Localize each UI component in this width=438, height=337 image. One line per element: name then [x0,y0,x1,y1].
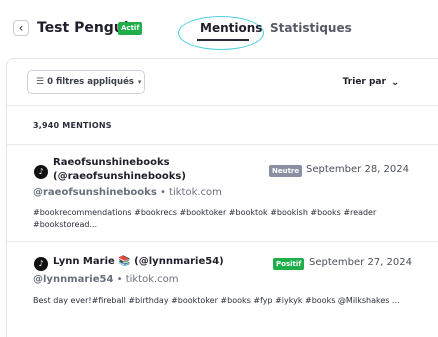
status-badge: Actif [118,22,143,35]
mention-author[interactable]: Raeofsunshinebooks (@raeofsunshinebooks) [53,156,193,184]
filter-bar: ☰ 0 filtres appliqués ▾ Trier par ⌄ [7,59,438,106]
mention-text: Best day ever!#fireball #birthday #bookt… [33,296,400,305]
sort-button[interactable]: Trier par ⌄ [327,70,415,94]
caret-down-icon: ▾ [137,78,142,86]
tiktok-icon: ♪ [34,165,48,179]
mentions-count-row: 3,940 MENTIONS [7,107,438,145]
mention-source[interactable]: tiktok.com [169,187,222,198]
mention-handle: @raeofsunshinebooks [33,187,157,198]
tab-mentions[interactable]: Mentions [200,21,262,35]
tab-statistiques[interactable]: Statistiques [270,21,352,35]
mentions-panel: ☰ 0 filtres appliqués ▾ Trier par ⌄ 3,94… [6,58,438,337]
active-tab-indicator [197,39,249,41]
chevron-down-icon: ⌄ [390,76,400,88]
sort-label: Trier par [342,77,386,87]
mention-item[interactable]: ♪ Raeofsunshinebooks (@raeofsunshinebook… [7,146,438,242]
filters-label: 0 filtres appliqués [47,77,134,87]
mention-author[interactable]: Lynn Marie 📚 (@lynnmarie54) [53,255,224,269]
mention-handle: @lynnmarie54 [33,274,114,285]
mentions-count: 3,940 MENTIONS [33,121,112,130]
mention-text: #bookrecommendations #bookrecs #booktoke… [33,208,377,229]
tiktok-icon: ♪ [34,257,48,271]
chevron-left-icon: ‹ [18,21,24,35]
mention-date: September 27, 2024 [309,257,412,268]
back-button[interactable]: ‹ [13,20,29,36]
mention-handle-line: @lynnmarie54 • tiktok.com [33,274,179,285]
filters-button[interactable]: ☰ 0 filtres appliqués ▾ [27,70,145,94]
mention-date: September 28, 2024 [306,164,409,175]
filter-icon: ☰ [36,77,45,87]
mention-source[interactable]: tiktok.com [126,274,179,285]
sentiment-badge: Positif [273,258,305,270]
mention-item[interactable]: ♪ Lynn Marie 📚 (@lynnmarie54) Positif Se… [7,243,438,337]
sentiment-badge: Neutre [269,165,303,177]
page-header: ‹ Test Penguin Actif Mentions Statistiqu… [0,0,438,52]
mention-handle-line: @raeofsunshinebooks • tiktok.com [33,187,222,198]
